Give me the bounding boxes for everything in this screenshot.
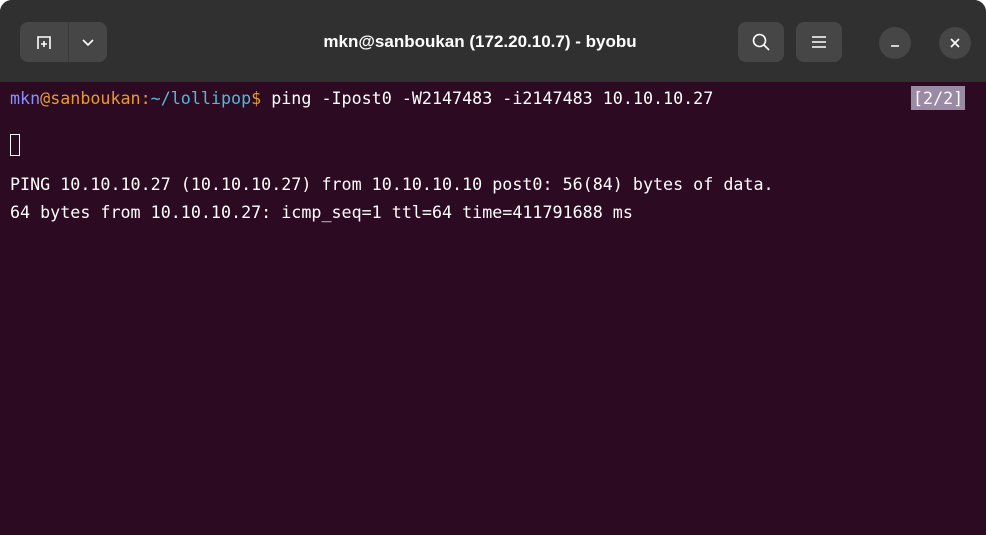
prompt-dollar: $ [251,88,262,108]
output-line: PING 10.10.10.27 (10.10.10.27) from 10.1… [10,174,774,194]
prompt-line: mkn@sanboukan:~/lollipop$ ping -Ipost0 -… [10,86,713,110]
prompt-path: ~/lollipop [150,88,252,108]
close-button[interactable] [939,27,971,59]
hamburger-menu-icon [812,36,826,48]
prompt-colon: : [140,88,151,108]
terminal-cursor [10,134,20,156]
byobu-window-indicator: [2/2] [911,86,966,110]
new-tab-icon [37,36,51,49]
tab-menu-button[interactable] [69,22,107,62]
output-line: 64 bytes from 10.10.10.27: icmp_seq=1 tt… [10,202,633,222]
terminal-window: mkn@sanboukan (172.20.10.7) - byobu mkn@… [0,0,986,535]
menu-button[interactable] [796,22,842,62]
titlebar: mkn@sanboukan (172.20.10.7) - byobu [0,0,986,82]
prompt-user: mkn [10,88,41,108]
search-button[interactable] [738,22,784,62]
prompt-host: sanboukan [50,88,141,108]
minimize-button[interactable] [879,27,911,59]
prompt-command: ping -Ipost0 -W2147483 -i2147483 10.10.1… [261,88,714,108]
terminal-content[interactable]: mkn@sanboukan:~/lollipop$ ping -Ipost0 -… [0,82,986,535]
prompt-at: @ [40,88,51,108]
chevron-down-icon [82,39,94,47]
close-icon [950,38,960,48]
new-tab-button[interactable] [20,22,68,62]
search-icon [752,33,770,51]
minimize-icon [891,45,899,47]
window-title: mkn@sanboukan (172.20.10.7) - byobu [323,32,637,51]
